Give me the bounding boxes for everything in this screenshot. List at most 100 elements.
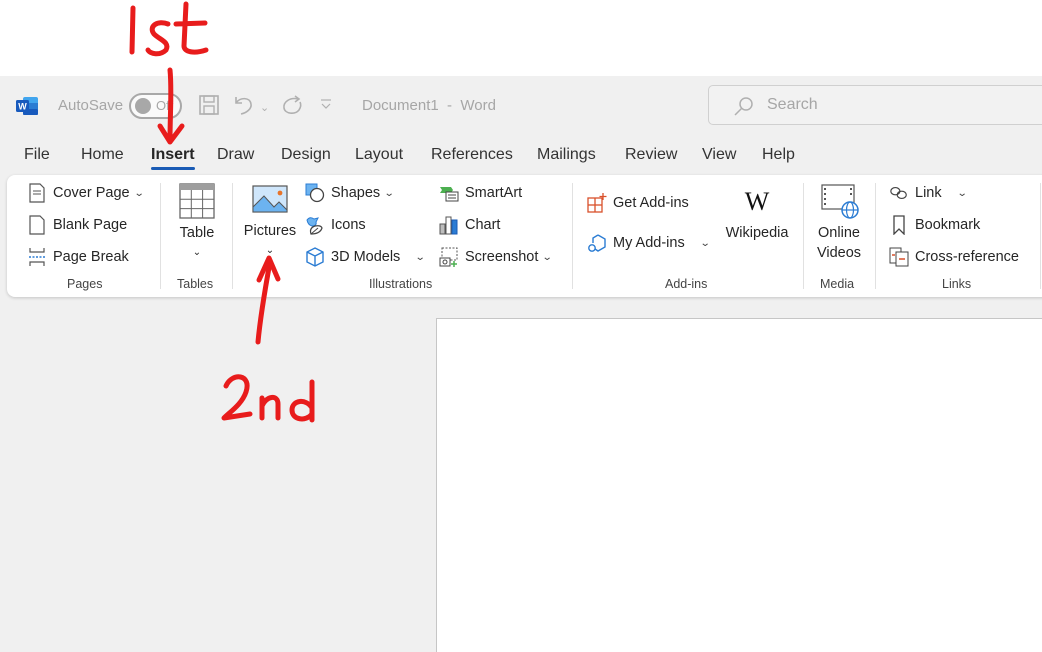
smartart-icon <box>439 183 459 203</box>
wikipedia-button[interactable]: W Wikipedia <box>719 187 795 243</box>
search-box[interactable] <box>708 85 1042 125</box>
group-label-media: Media <box>820 277 855 291</box>
search-input[interactable] <box>767 94 1027 116</box>
link-icon <box>889 183 909 203</box>
ribbon-insert: Cover Page ⌄ Blank Page Page Break Pages <box>7 175 1042 297</box>
cover-page-label: Cover Page <box>53 185 130 201</box>
page-break-icon <box>27 247 47 267</box>
group-divider <box>572 183 573 289</box>
link-label: Link <box>915 185 942 201</box>
get-addins-label: Get Add-ins <box>613 195 689 211</box>
tab-insert[interactable]: Insert <box>151 146 195 170</box>
get-addins-icon <box>587 193 607 213</box>
table-icon <box>179 183 215 219</box>
wikipedia-label: Wikipedia <box>725 225 789 241</box>
chevron-down-icon: ⌄ <box>133 187 145 199</box>
my-addins-label: My Add-ins <box>613 235 685 251</box>
page-break-button[interactable]: Page Break <box>27 245 129 269</box>
customize-quick-access-icon[interactable] <box>320 98 332 112</box>
svg-text:W: W <box>18 102 27 112</box>
tab-references[interactable]: References <box>431 146 513 164</box>
shapes-icon <box>305 183 325 203</box>
icons-button[interactable]: Icons <box>305 213 366 237</box>
autosave-toggle[interactable]: Off <box>129 93 182 119</box>
my-addins-button[interactable]: My Add-ins ⌄ <box>587 231 711 255</box>
screenshot-label: Screenshot <box>465 249 539 265</box>
cover-page-button[interactable]: Cover Page ⌄ <box>27 181 145 205</box>
tab-draw[interactable]: Draw <box>217 146 254 164</box>
word-window: W AutoSave Off ⌄ Document1 - Word Search… <box>0 76 1042 652</box>
tab-file[interactable]: File <box>24 146 50 164</box>
shapes-button[interactable]: Shapes ⌄ <box>305 181 395 205</box>
pictures-label: Pictures <box>243 223 297 239</box>
tab-view[interactable]: View <box>702 146 736 164</box>
bookmark-button[interactable]: Bookmark <box>889 213 980 237</box>
chevron-down-icon: ⌄ <box>956 187 968 199</box>
screenshot-button[interactable]: Screenshot ⌄ <box>439 245 554 269</box>
search-icon <box>734 97 753 116</box>
link-button[interactable]: Link ⌄ <box>889 181 968 205</box>
cross-reference-button[interactable]: Cross-reference <box>889 245 1019 269</box>
icons-label: Icons <box>331 217 366 233</box>
my-addins-icon <box>587 233 607 253</box>
tab-layout[interactable]: Layout <box>355 146 403 164</box>
pictures-dropdown-chevron-icon[interactable]: ⌄ <box>243 241 297 261</box>
document-title: Document1 - Word <box>362 97 496 114</box>
group-divider <box>1040 183 1041 289</box>
ribbon-tabs: File Home Insert Draw Design Layout Refe… <box>0 144 1042 172</box>
table-button[interactable]: Table ⌄ <box>175 183 219 263</box>
bookmark-icon <box>889 215 909 235</box>
undo-icon[interactable] <box>232 93 256 117</box>
group-divider <box>232 183 233 289</box>
3d-models-icon <box>305 247 325 267</box>
group-label-addins: Add-ins <box>665 277 708 291</box>
3d-models-label: 3D Models <box>331 249 401 265</box>
toggle-knob <box>135 98 151 114</box>
chevron-down-icon: ⌄ <box>383 187 395 199</box>
chevron-down-icon: ⌄ <box>415 251 426 263</box>
chart-label: Chart <box>465 217 501 233</box>
autosave-label: AutoSave <box>58 97 124 114</box>
bookmark-label: Bookmark <box>915 217 981 233</box>
group-label-illustrations: Illustrations <box>369 277 433 291</box>
tab-design[interactable]: Design <box>281 146 331 164</box>
cover-page-icon <box>27 183 47 203</box>
page-break-label: Page Break <box>53 249 129 265</box>
icons-icon <box>305 215 325 235</box>
wikipedia-icon: W <box>744 187 770 216</box>
annotation-canvas-area <box>0 0 1042 76</box>
table-dropdown-chevron-icon[interactable]: ⌄ <box>175 243 219 263</box>
smartart-button[interactable]: SmartArt <box>439 181 522 205</box>
pictures-icon <box>252 185 288 213</box>
undo-dropdown-chevron-icon[interactable]: ⌄ <box>260 95 269 121</box>
save-icon[interactable] <box>198 94 220 116</box>
online-videos-icon <box>821 184 859 219</box>
tab-mailings[interactable]: Mailings <box>537 146 596 164</box>
tab-help[interactable]: Help <box>762 146 795 164</box>
chart-icon <box>439 215 459 235</box>
chevron-down-icon: ⌄ <box>699 237 711 249</box>
title-bar: W AutoSave Off ⌄ Document1 - Word <box>0 76 1042 136</box>
document-page[interactable] <box>436 318 1042 652</box>
blank-page-button[interactable]: Blank Page <box>27 213 127 237</box>
tab-review[interactable]: Review <box>625 146 677 164</box>
blank-page-icon <box>27 215 47 235</box>
redo-icon[interactable] <box>280 93 304 117</box>
screenshot-icon <box>439 247 459 267</box>
get-addins-button[interactable]: Get Add-ins <box>587 191 689 215</box>
3d-models-button[interactable]: 3D Models ⌄ <box>305 245 426 269</box>
group-label-pages: Pages <box>67 277 103 291</box>
chart-button[interactable]: Chart <box>439 213 500 237</box>
smartart-label: SmartArt <box>465 185 523 201</box>
shapes-label: Shapes <box>331 185 381 201</box>
online-videos-label-line1: Online <box>818 225 860 241</box>
pictures-button[interactable]: Pictures ⌄ <box>243 183 297 261</box>
tab-home[interactable]: Home <box>81 146 124 164</box>
group-label-tables: Tables <box>177 277 214 291</box>
chevron-down-icon: ⌄ <box>542 251 554 263</box>
cross-reference-label: Cross-reference <box>915 249 1019 265</box>
group-divider <box>160 183 161 289</box>
group-divider <box>803 183 804 289</box>
online-videos-label-line2: Videos <box>816 245 862 261</box>
online-videos-button[interactable]: Online Videos <box>813 183 865 263</box>
